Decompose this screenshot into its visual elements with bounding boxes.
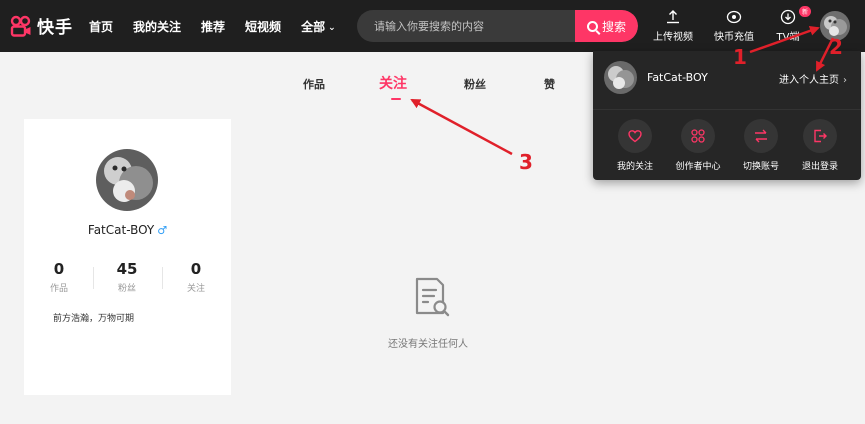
document-search-icon (415, 277, 450, 317)
recharge-button[interactable]: 快币充值 (709, 9, 759, 43)
stat-following-value: 0 (190, 260, 202, 278)
main-nav: 首页 我的关注 推荐 短视频 全部 ⌄ (89, 0, 356, 52)
tab-likes[interactable]: 赞 (544, 76, 555, 92)
profile-bio: 前方浩瀚，万物可期 (53, 314, 135, 324)
search-icon (586, 20, 598, 32)
recharge-label: 快币充值 (714, 32, 754, 43)
download-icon (780, 9, 796, 25)
new-badge: 新 (798, 6, 811, 17)
stat-fans-label: 粉丝 (117, 284, 136, 294)
my-following-button[interactable]: 我的关注 (605, 119, 665, 172)
dropdown-username: FatCat-BOY (647, 71, 708, 84)
search-input[interactable] (357, 10, 575, 42)
nav-home[interactable]: 首页 (89, 18, 113, 35)
stat-fans-value: 45 (116, 260, 138, 278)
search-button[interactable]: 搜索 (575, 10, 638, 42)
cat-avatar-image (96, 149, 158, 211)
tab-fans[interactable]: 粉丝 (464, 76, 486, 92)
profile-avatar[interactable] (96, 149, 158, 211)
tv-client-button[interactable]: 新 TV端 (763, 6, 813, 43)
annotation-label-2: 2 (829, 35, 843, 59)
heart-icon (628, 130, 642, 143)
nav-recommend[interactable]: 推荐 (201, 18, 225, 35)
creator-center-label: 创作者中心 (675, 162, 721, 172)
nav-all-label: 全部 (301, 19, 326, 34)
stat-divider (162, 267, 163, 289)
homepage-link-label: 进入个人主页 (779, 75, 839, 86)
logo-text: 快手 (37, 18, 73, 38)
search-button-label: 搜索 (601, 19, 626, 34)
kuaishou-logo[interactable]: 快手 (9, 13, 73, 38)
chevron-down-icon: ⌄ (328, 22, 336, 33)
profile-name: FatCat-BOY ♂ (24, 223, 231, 237)
annotation-arrow-3 (410, 98, 513, 156)
chevron-right-icon: › (843, 75, 847, 86)
active-tab-indicator (391, 98, 401, 100)
annotation-label-3: 3 (519, 150, 533, 174)
profile-name-text: FatCat-BOY (87, 223, 155, 237)
male-icon: ♂ (157, 224, 168, 237)
logout-label: 退出登录 (801, 162, 838, 172)
dropdown-divider (593, 109, 861, 110)
switch-account-button[interactable]: 切换账号 (731, 119, 791, 172)
creator-center-button[interactable]: 创作者中心 (668, 119, 728, 172)
go-to-homepage-link[interactable]: 进入个人主页 › (779, 71, 847, 86)
logout-button[interactable]: 退出登录 (790, 119, 850, 172)
stat-fans[interactable]: 45 粉丝 (102, 260, 152, 294)
nav-all-dropdown[interactable]: 全部 ⌄ (301, 18, 336, 35)
coin-icon (726, 10, 742, 24)
grid-icon (691, 129, 705, 143)
kuaishou-logo-icon (10, 15, 31, 37)
dropdown-avatar[interactable] (604, 61, 637, 94)
cat-avatar-image (604, 61, 637, 94)
stat-works[interactable]: 0 作品 (34, 260, 84, 294)
stat-works-label: 作品 (49, 284, 68, 294)
logout-icon (814, 129, 827, 143)
my-following-label: 我的关注 (616, 162, 653, 172)
user-dropdown-menu: FatCat-BOY 进入个人主页 › 我的关注 创作者中心 切换账号 退出登录 (593, 51, 861, 180)
stat-works-value: 0 (53, 260, 65, 278)
search-bar: 搜索 (357, 10, 638, 42)
annotation-label-1: 1 (733, 45, 747, 69)
tab-following[interactable]: 关注 (379, 73, 407, 93)
profile-card: FatCat-BOY ♂ 0 作品 45 粉丝 0 关注 前方浩瀚，万物可期 (24, 119, 231, 395)
stat-following[interactable]: 0 关注 (171, 260, 221, 294)
upload-icon (667, 10, 679, 24)
empty-state-text: 还没有关注任何人 (388, 339, 468, 350)
upload-video-label: 上传视频 (653, 32, 693, 43)
stat-divider (93, 267, 94, 289)
nav-following[interactable]: 我的关注 (133, 18, 181, 35)
stat-following-label: 关注 (186, 284, 205, 294)
tv-client-label: TV端 (776, 32, 800, 43)
upload-video-button[interactable]: 上传视频 (648, 9, 698, 43)
tab-works[interactable]: 作品 (303, 76, 325, 92)
nav-short-video[interactable]: 短视频 (245, 18, 281, 35)
switch-icon (755, 129, 767, 143)
switch-account-label: 切换账号 (742, 162, 779, 172)
